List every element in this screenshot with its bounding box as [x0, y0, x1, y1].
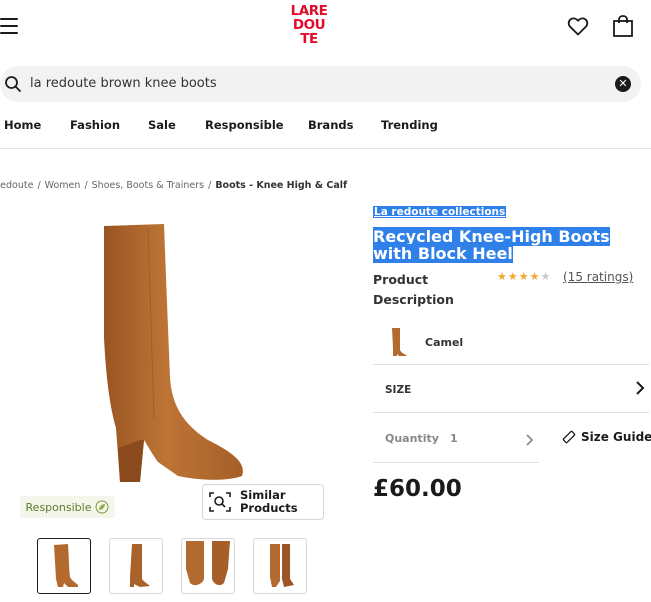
size-guide-label: Size Guide [581, 430, 651, 444]
ratings-link[interactable]: (15 ratings) [563, 270, 633, 284]
search-input[interactable]: la redoute brown knee boots [30, 76, 217, 91]
quantity-selector[interactable]: Quantity 1 [373, 420, 539, 463]
menu-icon-bar [0, 32, 18, 34]
product-main-image[interactable] [86, 218, 256, 490]
logo-line: LARE [290, 3, 328, 19]
description-line: Product [373, 272, 429, 287]
responsible-badge: Responsible [20, 496, 115, 518]
nav-item-trending[interactable]: Trending [381, 118, 438, 132]
wishlist-heart-icon[interactable] [566, 14, 590, 38]
brand-link[interactable]: La redoute collections [373, 206, 507, 218]
quantity-value: 1 [450, 432, 458, 445]
star-empty-icon: ★ [540, 270, 552, 283]
breadcrumb-link[interactable]: Shoes, Boots & Trainers [92, 180, 204, 191]
logo-line: DOU [292, 17, 326, 33]
product-thumbnail[interactable] [253, 538, 307, 594]
similar-products-label: Similar Products [240, 489, 298, 515]
color-selector[interactable]: Camel [373, 318, 649, 365]
nav-item-sale[interactable]: Sale [148, 118, 176, 132]
chevron-right-icon [636, 381, 645, 395]
quantity-label: Quantity [385, 432, 439, 445]
menu-icon-bar [0, 18, 18, 20]
menu-icon-bar [0, 25, 18, 27]
product-thumbnail[interactable] [37, 538, 91, 594]
color-swatch-image [392, 328, 407, 356]
nav-item-fashion[interactable]: Fashion [70, 118, 120, 132]
thumbnail-image [270, 544, 294, 587]
nav-item-responsible[interactable]: Responsible [205, 118, 284, 132]
star-icon: ★ [518, 270, 530, 283]
product-thumbnail[interactable] [181, 538, 235, 594]
leaf-icon [95, 500, 109, 514]
description-line: Description [373, 292, 454, 307]
clear-search-icon[interactable]: ✕ [615, 76, 631, 92]
rating-stars: ★★★★★ [497, 270, 551, 283]
product-price: £60.00 [373, 476, 462, 502]
nav-item-home[interactable]: Home [4, 118, 41, 132]
breadcrumb-separator: / [208, 180, 212, 191]
menu-button[interactable] [0, 18, 18, 34]
logo-line: TE [300, 31, 318, 47]
overlay-patch [506, 0, 558, 76]
size-label: SIZE [385, 384, 412, 396]
star-icon: ★ [497, 270, 508, 283]
product-title: Recycled Knee-High Boots with Block Heel [373, 227, 643, 263]
breadcrumb: Redoute/Women/Shoes, Boots & Trainers/Bo… [0, 180, 347, 191]
breadcrumb-current: Boots - Knee High & Calf [215, 180, 348, 191]
search-bar[interactable]: la redoute brown knee boots ✕ [0, 66, 641, 102]
product-description-link[interactable]: Product Description [373, 270, 454, 310]
similar-line: Products [240, 501, 298, 515]
search-icon [5, 76, 21, 92]
shopping-bag-icon[interactable] [612, 14, 634, 38]
similar-products-button[interactable]: Similar Products [202, 484, 324, 520]
site-logo[interactable]: LARE DOU TE [286, 4, 332, 48]
ruler-icon [562, 430, 576, 444]
visual-search-icon [209, 492, 231, 512]
thumbnail-image [130, 544, 150, 587]
responsible-label: Responsible [25, 500, 92, 514]
breadcrumb-link[interactable]: Redoute [0, 180, 33, 191]
header-divider [0, 148, 651, 149]
nav-item-brands[interactable]: Brands [308, 118, 353, 132]
color-name: Camel [425, 336, 464, 349]
breadcrumb-separator: / [84, 180, 88, 191]
size-selector[interactable]: SIZE [373, 364, 649, 413]
thumbnail-image [54, 544, 78, 587]
thumbnail-image [186, 541, 230, 586]
chevron-right-icon [526, 434, 534, 446]
breadcrumb-link[interactable]: Women [45, 180, 81, 191]
star-icon: ★ [529, 270, 541, 283]
product-thumbnail[interactable] [109, 538, 163, 594]
star-icon: ★ [507, 270, 519, 283]
product-title-text: Recycled Knee-High Boots with Block Heel [373, 227, 610, 263]
size-guide-link[interactable]: Size Guide [562, 430, 651, 444]
breadcrumb-separator: / [37, 180, 41, 191]
